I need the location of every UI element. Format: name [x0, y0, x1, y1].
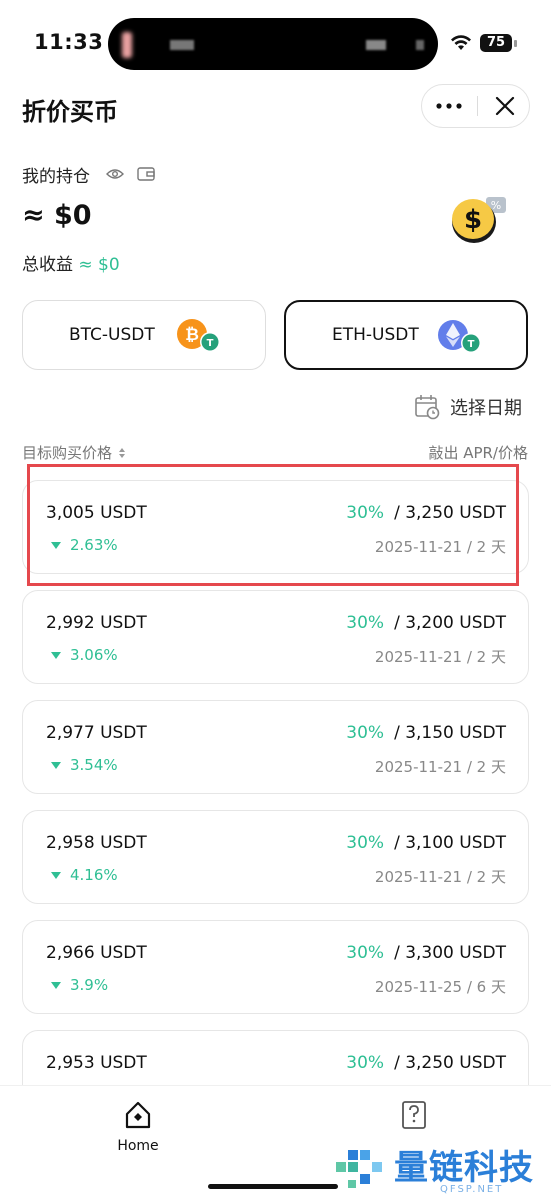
product-card[interactable]: 2,966 USDT 3.9% 30%/ 3,300 USDT 2025-11-…	[22, 920, 529, 1014]
status-time: 11:33	[34, 30, 104, 54]
nav-home[interactable]: Home	[108, 1100, 168, 1154]
more-button[interactable]	[422, 85, 476, 127]
holdings-value: ≈ $0	[22, 200, 92, 231]
nav-home-label: Home	[117, 1138, 159, 1154]
eye-icon[interactable]	[106, 167, 124, 181]
discount-pct: 4.16%	[51, 866, 118, 884]
target-price: 2,958 USDT	[46, 833, 147, 853]
col-target-price-label: 目标购买价格	[22, 444, 113, 462]
home-icon	[125, 1101, 151, 1129]
settle-date: 2025-11-25 / 6 天	[374, 978, 506, 996]
product-card[interactable]: 2,992 USDT 3.06% 30%/ 3,200 USDT 2025-11…	[22, 590, 529, 684]
discount-pct: 3.9%	[51, 976, 108, 994]
total-pnl: 总收益 ≈ $0	[22, 250, 120, 275]
svg-text:T: T	[207, 338, 214, 349]
holdings-label: 我的持仓	[22, 167, 90, 187]
total-pnl-label: 总收益	[22, 255, 73, 275]
col-apr-price-label: 敲出 APR/价格	[428, 444, 528, 462]
page-title: 折价买币	[22, 98, 118, 126]
settle-date: 2025-11-21 / 2 天	[374, 648, 506, 666]
status-bar: 11:33 75	[0, 0, 551, 80]
svg-text:T: T	[468, 339, 475, 350]
close-icon	[495, 96, 515, 116]
apr-target: 30%/ 3,150 USDT	[346, 723, 506, 743]
wifi-icon	[451, 35, 471, 50]
header-actions	[421, 84, 530, 128]
pair-eth-label: ETH-USDT	[332, 325, 419, 345]
watermark-mark-icon	[336, 1150, 382, 1188]
target-price: 2,966 USDT	[46, 943, 147, 963]
battery-cap	[514, 40, 517, 47]
nav-faq[interactable]	[396, 1100, 432, 1134]
watermark-sub: QFSP.NET	[440, 1184, 504, 1195]
pill-divider	[477, 96, 478, 116]
calendar-icon	[415, 395, 440, 420]
settle-date: 2025-11-21 / 2 天	[374, 758, 506, 776]
date-select-button[interactable]: 选择日期	[414, 394, 522, 420]
watermark-logo: 量链科技 QFSP.NET	[330, 1138, 551, 1200]
wallet-icon[interactable]	[137, 166, 155, 182]
faq-icon	[402, 1101, 426, 1129]
down-triangle-icon	[51, 761, 61, 769]
sort-target-price[interactable]: 目标购买价格	[22, 442, 128, 463]
apr-target: 30%/ 3,100 USDT	[346, 833, 506, 853]
pair-eth-usdt-button[interactable]: ETH-USDT T	[284, 300, 528, 370]
target-price: 2,977 USDT	[46, 723, 147, 743]
target-price: 2,953 USDT	[46, 1053, 147, 1073]
home-indicator	[208, 1184, 338, 1189]
more-icon	[436, 103, 462, 109]
total-pnl-value: ≈ $0	[78, 255, 120, 275]
btc-icon: ₿ T	[177, 319, 220, 352]
settle-date: 2025-11-21 / 2 天	[374, 868, 506, 886]
down-triangle-icon	[51, 981, 61, 989]
dollar-coin-icon: % $	[452, 197, 506, 243]
product-card[interactable]: 2,977 USDT 3.54% 30%/ 3,150 USDT 2025-11…	[22, 700, 529, 794]
dynamic-island	[108, 18, 438, 70]
down-triangle-icon	[51, 651, 61, 659]
product-card[interactable]: 2,958 USDT 4.16% 30%/ 3,100 USDT 2025-11…	[22, 810, 529, 904]
svg-text:%: %	[491, 199, 501, 212]
apr-target: 30%/ 3,200 USDT	[346, 613, 506, 633]
date-select-label: 选择日期	[450, 398, 522, 419]
apr-target: 30%/ 3,250 USDT	[346, 1053, 506, 1073]
discount-pct: 3.06%	[51, 646, 118, 664]
eth-icon: T	[438, 320, 481, 353]
sort-icon	[119, 447, 126, 458]
down-triangle-icon	[51, 871, 61, 879]
target-price: 2,992 USDT	[46, 613, 147, 633]
svg-text:₿: ₿	[185, 325, 199, 345]
highlight-box	[27, 464, 519, 586]
pair-btc-label: BTC-USDT	[69, 325, 155, 345]
battery-icon: 75	[480, 34, 512, 52]
watermark-text: 量链科技	[394, 1148, 534, 1188]
discount-pct: 3.54%	[51, 756, 118, 774]
pair-btc-usdt-button[interactable]: BTC-USDT ₿ T	[22, 300, 266, 370]
close-button[interactable]	[480, 85, 530, 127]
apr-target: 30%/ 3,300 USDT	[346, 943, 506, 963]
svg-text:$: $	[464, 205, 482, 235]
